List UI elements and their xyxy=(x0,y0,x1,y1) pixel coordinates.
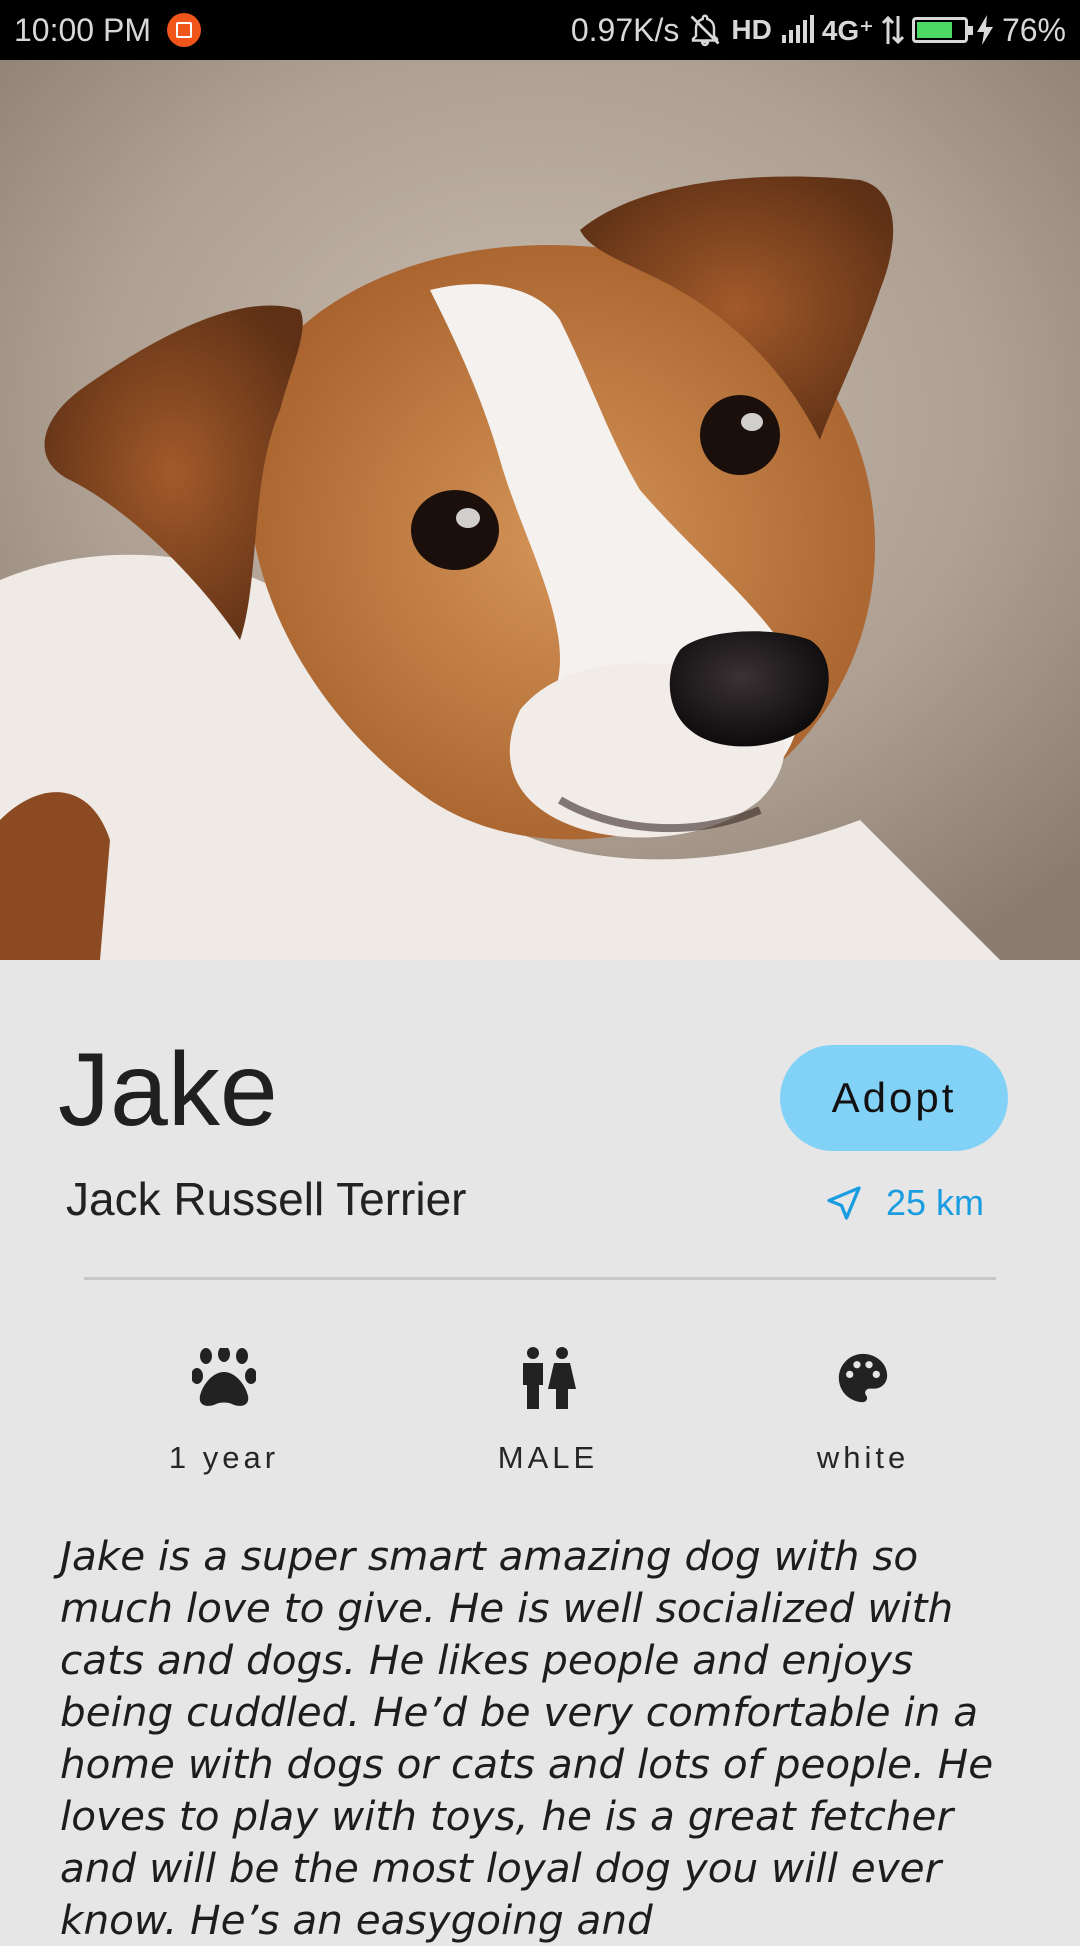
dog-illustration xyxy=(0,60,1080,960)
pet-photo xyxy=(0,60,1080,960)
data-arrows-icon xyxy=(881,15,904,45)
palette-icon xyxy=(838,1353,888,1403)
male-female-icon xyxy=(523,1347,576,1409)
sex-value: MALE xyxy=(497,1440,599,1475)
paw-icon xyxy=(192,1348,256,1406)
distance-value: 25 km xyxy=(886,1182,985,1223)
bell-off-icon xyxy=(690,14,720,47)
sex-attribute: MALE xyxy=(438,1346,658,1476)
color-attribute: white xyxy=(753,1346,973,1476)
battery-icon xyxy=(911,17,973,43)
color-value: white xyxy=(816,1440,910,1475)
pet-name: Jake xyxy=(58,1032,278,1148)
network-type: 4G⁺ xyxy=(821,14,874,46)
signal-icon xyxy=(781,15,814,43)
pet-breed: Jack Russell Terrier xyxy=(66,1173,467,1225)
battery-percent: 76% xyxy=(1001,11,1066,48)
age-value: 1 year xyxy=(168,1440,280,1475)
status-bar: 10:00 PM 0.97K/s HD 4G⁺ 76% xyxy=(0,0,1080,60)
adopt-button[interactable]: Adopt xyxy=(780,1045,1008,1151)
age-attribute: 1 year xyxy=(114,1346,334,1476)
status-time: 10:00 PM xyxy=(14,11,151,48)
app-notification-icon xyxy=(166,13,201,47)
divider xyxy=(84,1277,996,1280)
navigation-arrow-icon xyxy=(827,1186,861,1220)
charging-bolt-icon xyxy=(976,15,993,45)
distance: 25 km xyxy=(824,1182,984,1224)
network-speed: 0.97K/s xyxy=(570,11,680,48)
pet-description: Jake is a super smart amazing dog with s… xyxy=(60,1532,994,1944)
battery-level xyxy=(916,22,952,38)
hd-indicator: HD xyxy=(731,14,772,45)
